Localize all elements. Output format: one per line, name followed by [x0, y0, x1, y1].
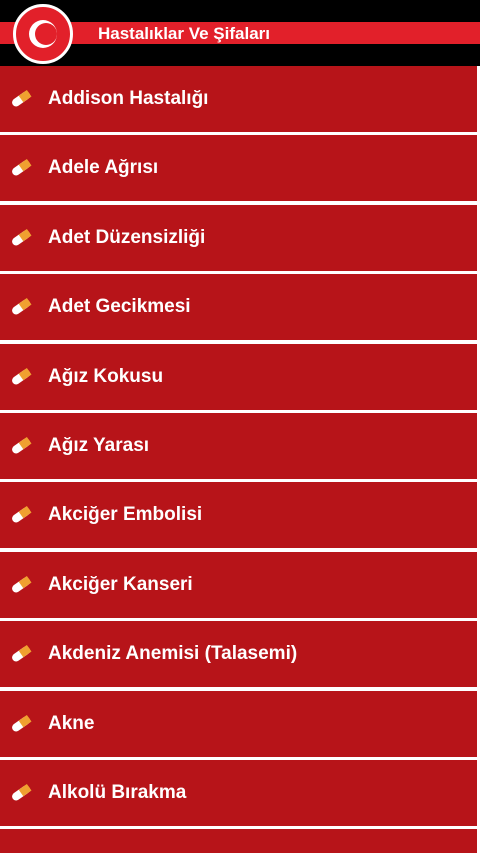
page-title: Hastalıklar Ve Şifaları — [98, 24, 270, 43]
pill-capsule-icon — [10, 714, 32, 733]
list-item[interactable]: Akciğer Embolisi — [0, 482, 477, 550]
pill-capsule-icon — [10, 575, 32, 594]
list-item-label: Adele Ağrısı — [48, 157, 159, 179]
crescent-logo-icon[interactable] — [13, 4, 73, 64]
list-item[interactable]: Adet Gecikmesi — [0, 274, 477, 342]
pill-capsule-icon — [10, 506, 32, 524]
pill-capsule-icon — [10, 783, 32, 802]
list-item[interactable]: Ağız Yarası — [0, 412, 477, 480]
pill-capsule-icon — [10, 436, 32, 455]
list-item-label: Alkolü Bırakma — [48, 781, 187, 803]
list-item[interactable]: Adele Ağrısı — [0, 135, 477, 203]
pill-capsule-icon — [10, 645, 32, 663]
pill-capsule-icon — [10, 298, 32, 316]
list-item[interactable]: Akciğer Kanseri — [0, 551, 477, 619]
list-item-label: Akciğer Embolisi — [48, 504, 203, 526]
list-item[interactable]: Ağız Kokusu — [0, 343, 477, 411]
list-item-label: Adet Gecikmesi — [48, 296, 191, 318]
app-header: Hastalıklar Ve Şifaları — [0, 0, 480, 66]
pill-capsule-icon — [10, 89, 32, 108]
pill-capsule-icon — [10, 367, 32, 386]
list-item[interactable]: Addison Hastalığı — [0, 66, 477, 133]
list-item-label: Akciğer Kanseri — [48, 573, 193, 595]
pill-capsule-icon — [10, 159, 32, 177]
pill-capsule-icon — [10, 228, 32, 247]
list-item-label: Adet Düzensizliği — [48, 226, 206, 248]
list-item-label: Akne — [48, 712, 95, 734]
list-item-label: Ağız Yarası — [48, 434, 150, 456]
list-item[interactable]: Akne — [0, 690, 477, 758]
list-item-label: Akdeniz Anemisi (Talasemi) — [48, 643, 298, 665]
list-item-label: Ağız Kokusu — [48, 365, 164, 387]
list-item[interactable] — [0, 829, 477, 853]
list-item-label: Addison Hastalığı — [48, 88, 209, 109]
disease-list[interactable]: Addison Hastalığı Adele Ağrısı Adet Düze… — [0, 66, 477, 853]
list-item[interactable]: Alkolü Bırakma — [0, 759, 477, 827]
list-item[interactable]: Akdeniz Anemisi (Talasemi) — [0, 621, 477, 689]
list-item[interactable]: Adet Düzensizliği — [0, 204, 477, 272]
